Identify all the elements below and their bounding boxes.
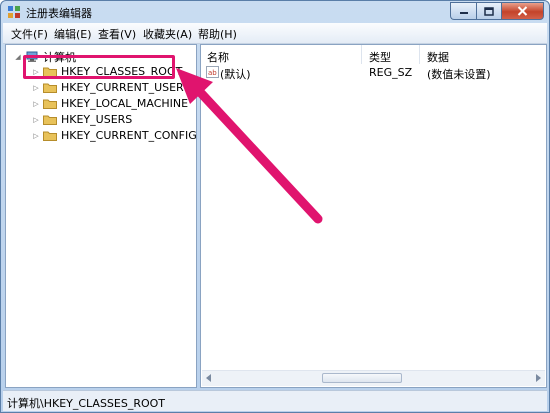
window-controls — [450, 2, 544, 21]
tree-node-label: HKEY_CURRENT_USER — [61, 81, 184, 94]
status-path: 计算机\HKEY_CLASSES_ROOT — [7, 397, 166, 410]
scroll-left-icon[interactable] — [206, 374, 211, 382]
menu-view[interactable]: 查看(V) — [98, 26, 136, 42]
menu-file[interactable]: 文件(F) — [11, 26, 48, 42]
status-bar: 计算机\HKEY_CLASSES_ROOT — [3, 390, 547, 411]
column-header-data[interactable]: 数据 — [427, 49, 449, 65]
close-button[interactable] — [501, 2, 544, 20]
minimize-button[interactable] — [450, 2, 476, 20]
column-divider[interactable] — [361, 45, 362, 64]
column-header-name[interactable]: 名称 — [207, 49, 229, 65]
collapse-icon[interactable]: ◢ — [14, 53, 22, 61]
window-title: 注册表编辑器 — [26, 7, 92, 20]
column-divider[interactable] — [419, 45, 420, 64]
maximize-icon — [484, 6, 494, 16]
folder-icon — [43, 83, 57, 93]
maximize-button[interactable] — [476, 2, 501, 20]
tree-node-hkcu[interactable]: ▷ HKEY_CURRENT_USER — [32, 80, 184, 95]
scroll-right-icon[interactable] — [536, 374, 541, 382]
tree-node-hku[interactable]: ▷ HKEY_USERS — [32, 112, 132, 127]
tree-node-label: HKEY_CURRENT_CONFIG — [61, 129, 197, 142]
minimize-icon — [459, 12, 468, 14]
svg-text:ab: ab — [208, 69, 217, 77]
menu-help[interactable]: 帮助(H) — [198, 26, 237, 42]
title-bar[interactable]: 注册表编辑器 — [1, 1, 549, 23]
tree-node-hkcc[interactable]: ▷ HKEY_CURRENT_CONFIG — [32, 128, 197, 143]
value-name: (默认) — [220, 68, 251, 81]
menu-edit[interactable]: 编辑(E) — [54, 26, 92, 42]
annotation-highlight-box — [23, 55, 175, 79]
column-header-type[interactable]: 类型 — [369, 49, 391, 65]
value-list[interactable]: 名称 类型 数据 ab (默认) REG_SZ (数值未设置) — [200, 44, 547, 388]
menu-bar: 文件(F) 编辑(E) 查看(V) 收藏夹(A) 帮助(H) — [3, 23, 547, 44]
registry-editor-icon — [8, 6, 20, 18]
value-data: (数值未设置) — [427, 68, 491, 81]
folder-icon — [43, 99, 57, 109]
expand-icon[interactable]: ▷ — [32, 84, 40, 92]
expand-icon[interactable]: ▷ — [32, 116, 40, 124]
close-icon — [517, 6, 528, 16]
menu-favorites[interactable]: 收藏夹(A) — [143, 26, 192, 42]
tree-node-label: HKEY_USERS — [61, 113, 133, 126]
horizontal-scrollbar[interactable] — [202, 370, 545, 386]
folder-icon — [43, 115, 57, 125]
tree-node-hklm[interactable]: ▷ HKEY_LOCAL_MACHINE — [32, 96, 188, 111]
scrollbar-thumb[interactable] — [322, 373, 402, 383]
registry-tree[interactable]: ◢ 计算机 ▷ HKEY_CLASSES_ROOT ▷ HKEY_CURRENT… — [5, 44, 197, 388]
tree-node-label: HKEY_LOCAL_MACHINE — [61, 97, 189, 110]
expand-icon[interactable]: ▷ — [32, 100, 40, 108]
value-type: REG_SZ — [369, 66, 413, 79]
string-value-icon: ab — [206, 66, 219, 78]
folder-icon — [43, 131, 57, 141]
expand-icon[interactable]: ▷ — [32, 132, 40, 140]
